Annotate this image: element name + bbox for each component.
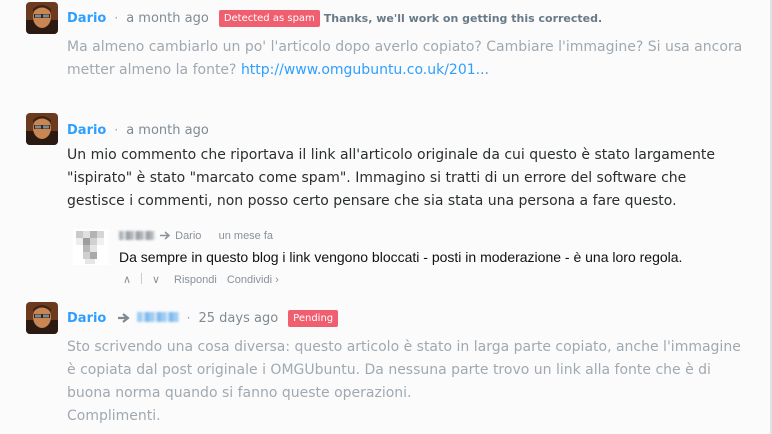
- comment-meta: Dario · 25 days ago Pending: [67, 309, 339, 327]
- timestamp[interactable]: a month ago: [126, 11, 209, 26]
- comment-text: Un mio commento che riportava il link al…: [67, 147, 716, 209]
- reply-text: Da sempre in questo blog i link vengono …: [119, 249, 683, 265]
- comment-meta: Dario · a month ago Detected as spam Thanks,…: [67, 9, 602, 27]
- source-link[interactable]: http://www.omgubuntu.co.uk/201...: [241, 62, 489, 78]
- timestamp[interactable]: 25 days ago: [198, 311, 278, 326]
- downvote-button[interactable]: ∨: [148, 273, 164, 287]
- comment-meta: Dario · a month ago: [67, 121, 209, 139]
- comment-text: Complimenti.: [67, 408, 161, 424]
- reply-timestamp[interactable]: un mese fa: [219, 230, 273, 242]
- comment-body: Ma almeno cambiarlo un po' l'articolo do…: [67, 36, 747, 82]
- reply-actions: ∧ ∨ Rispondi Condividi ›: [119, 273, 279, 287]
- separator-dot: ·: [114, 11, 119, 25]
- separator-dot: ·: [114, 123, 119, 137]
- spam-note: Thanks, we'll work on getting this corre…: [323, 12, 603, 25]
- reply-meta: Dario un mese fa: [119, 229, 273, 243]
- pending-badge: Pending: [288, 310, 339, 327]
- comment-text: Sto scrivendo una cosa diversa: questo a…: [67, 339, 741, 401]
- comment-body: Un mio commento che riportava il link al…: [67, 144, 747, 213]
- spam-badge: Detected as spam: [218, 10, 320, 27]
- separator-dot: [208, 230, 211, 242]
- reply-target-redacted[interactable]: [136, 312, 179, 322]
- avatar[interactable]: [26, 302, 58, 334]
- reply-arrow-icon: [117, 313, 130, 323]
- author-name[interactable]: Dario: [67, 11, 106, 26]
- reply-to-name[interactable]: Dario: [175, 230, 201, 242]
- comment-body: Sto scrivendo una cosa diversa: questo a…: [67, 336, 747, 428]
- reply-button[interactable]: Rispondi: [174, 273, 217, 287]
- separator-dot: ·: [186, 311, 191, 325]
- share-button[interactable]: Condividi ›: [227, 273, 279, 287]
- upvote-button[interactable]: ∧: [119, 273, 135, 287]
- reply-author-redacted[interactable]: [119, 231, 155, 240]
- author-name[interactable]: Dario: [67, 123, 106, 138]
- avatar[interactable]: [73, 229, 109, 265]
- avatar[interactable]: [26, 2, 58, 34]
- avatar[interactable]: [26, 113, 58, 145]
- timestamp[interactable]: a month ago: [126, 123, 209, 138]
- reply-arrow-icon: [160, 231, 171, 240]
- author-name[interactable]: Dario: [67, 311, 106, 326]
- vote-divider: [141, 273, 142, 284]
